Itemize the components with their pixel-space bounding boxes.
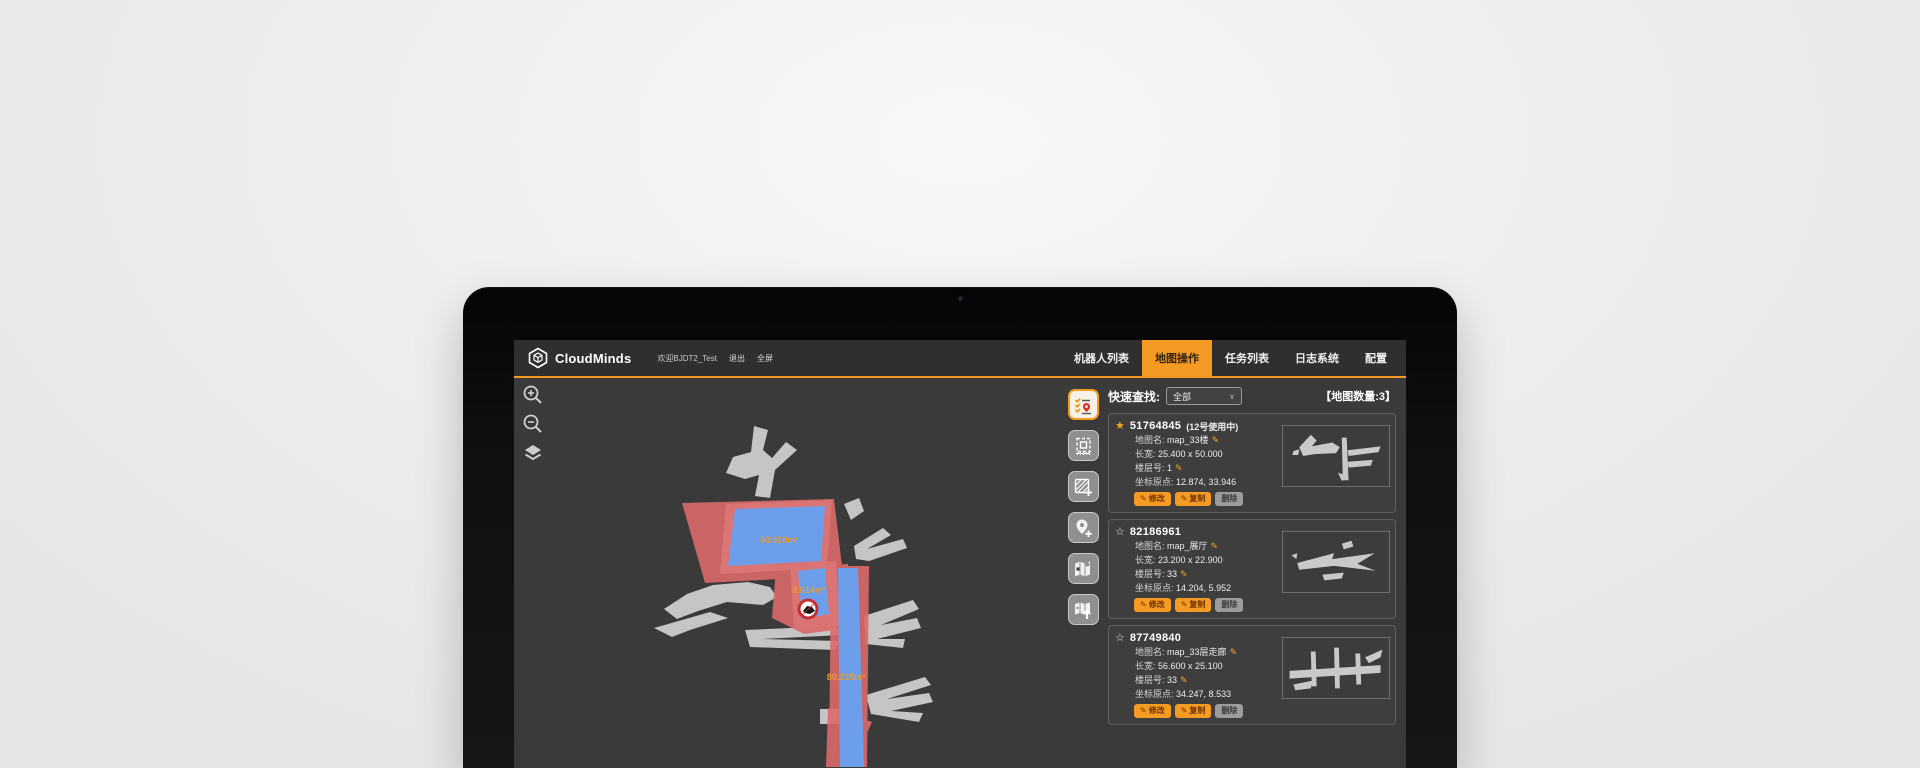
pencil-icon: ✎ (1140, 494, 1147, 504)
add-virtual-wall-icon (1072, 476, 1094, 498)
session-info: 欢迎BJDT2_Test 退出 全屏 (657, 340, 773, 376)
map-origin: 14.204, 5.952 (1176, 583, 1231, 593)
map-list-panel: 快速查找: 全部 ∨ 【地图数量:3】 ★ 51764845 (12号使用中) … (1106, 378, 1406, 767)
add-poi-marker-button[interactable] (1068, 512, 1099, 543)
laptop-frame: CloudMinds 欢迎BJDT2_Test 退出 全屏 机器人列表 地图操作… (463, 287, 1457, 768)
panel-toolbar: 快速查找: 全部 ∨ 【地图数量:3】 (1108, 384, 1396, 408)
map-name: map_33层走廊 (1167, 647, 1227, 657)
copy-map-button[interactable]: ✎复制 (1175, 704, 1212, 718)
edit-map-button[interactable]: ✎修改 (1134, 492, 1171, 506)
map-origin: 34.247, 8.533 (1176, 689, 1231, 699)
pencil-icon: ✎ (1181, 494, 1188, 504)
edit-pencil-icon[interactable]: ✎ (1211, 541, 1219, 551)
delete-map-button[interactable]: 删除 (1215, 598, 1243, 612)
task-point-list-icon (1072, 394, 1094, 416)
map-thumbnail[interactable] (1282, 425, 1390, 487)
no-entry-marker-icon[interactable] (799, 600, 817, 618)
zoom-in-icon[interactable] (522, 384, 544, 406)
map-marker-delete-button[interactable] (1068, 553, 1099, 584)
nav-task-list[interactable]: 任务列表 (1212, 340, 1282, 376)
map-upload-icon (1072, 599, 1094, 621)
quick-find-label: 快速查找: (1108, 388, 1160, 405)
layers-icon[interactable] (522, 442, 544, 464)
map-name: map_展厅 (1167, 541, 1208, 551)
main-nav: 机器人列表 地图操作 任务列表 日志系统 配置 (1061, 340, 1400, 376)
logout-link[interactable]: 退出 (729, 353, 745, 364)
map-size: 56.600 x 25.100 (1158, 661, 1223, 671)
favorite-star-icon[interactable]: ☆ (1115, 527, 1125, 538)
map-name: map_33楼 (1167, 435, 1209, 445)
map-frame-select-icon (1072, 435, 1094, 457)
cloudminds-logo-icon (527, 347, 549, 369)
map-floor: 1 (1167, 463, 1172, 473)
webcam-dot (958, 296, 963, 301)
map-floor: 33 (1167, 675, 1177, 685)
map-origin: 12.874, 33.946 (1176, 477, 1236, 487)
app-screen: CloudMinds 欢迎BJDT2_Test 退出 全屏 机器人列表 地图操作… (514, 340, 1406, 768)
area-label-3: 80.215m² (827, 672, 866, 682)
map-controls (522, 384, 544, 464)
nav-config[interactable]: 配置 (1352, 340, 1400, 376)
nav-robot-list[interactable]: 机器人列表 (1061, 340, 1142, 376)
brand-name: CloudMinds (555, 351, 631, 366)
pencil-icon: ✎ (1181, 706, 1188, 716)
fullscreen-link[interactable]: 全屏 (757, 353, 773, 364)
delete-map-button[interactable]: 删除 (1215, 492, 1243, 506)
map-count-label: 【地图数量:3】 (1320, 388, 1396, 404)
welcome-text: 欢迎BJDT2_Test (657, 353, 717, 364)
map-id: 51764845 (1130, 420, 1181, 432)
area-label-2: 8.614m² (792, 585, 826, 595)
task-point-list-button[interactable] (1068, 389, 1099, 420)
quick-find-selected-value: 全部 (1173, 390, 1191, 403)
map-size: 25.400 x 50.000 (1158, 449, 1223, 459)
map-upload-button[interactable] (1068, 594, 1099, 625)
delete-map-button[interactable]: 删除 (1215, 704, 1243, 718)
nav-map-operations[interactable]: 地图操作 (1142, 340, 1212, 376)
area-label-1: 40.519m² (760, 535, 799, 545)
pencil-icon: ✎ (1181, 600, 1188, 610)
map-marker-delete-icon (1072, 558, 1094, 580)
copy-map-button[interactable]: ✎复制 (1175, 492, 1212, 506)
edit-pencil-icon[interactable]: ✎ (1180, 569, 1188, 579)
map-frame-select-button[interactable] (1068, 430, 1099, 461)
brand: CloudMinds (527, 340, 631, 376)
map-card[interactable]: ★ 51764845 (12号使用中) 地图名: map_33楼✎ 长宽: 25… (1108, 413, 1396, 513)
pencil-icon: ✎ (1140, 706, 1147, 716)
edit-pencil-icon[interactable]: ✎ (1212, 435, 1220, 445)
map-thumbnail[interactable] (1282, 531, 1390, 593)
map-floor: 33 (1167, 569, 1177, 579)
chevron-down-icon: ∨ (1229, 392, 1235, 401)
favorite-star-icon[interactable]: ☆ (1115, 633, 1125, 644)
edit-pencil-icon[interactable]: ✎ (1230, 647, 1238, 657)
zoom-out-icon[interactable] (522, 413, 544, 435)
map-in-use-tag: (12号使用中) (1186, 420, 1238, 433)
map-size: 23.200 x 22.900 (1158, 555, 1223, 565)
map-id: 82186961 (1130, 526, 1181, 538)
add-virtual-wall-button[interactable] (1068, 471, 1099, 502)
edit-pencil-icon[interactable]: ✎ (1175, 463, 1183, 473)
add-poi-marker-icon (1072, 517, 1094, 539)
map-id: 87749840 (1130, 632, 1181, 644)
pencil-icon: ✎ (1140, 600, 1147, 610)
quick-find-select[interactable]: 全部 ∨ (1166, 387, 1242, 405)
favorite-star-icon[interactable]: ★ (1115, 421, 1125, 432)
map-card[interactable]: ☆ 82186961 地图名: map_展厅✎ 长宽: 23.200 x 22.… (1108, 519, 1396, 619)
app-main: 40.519m² 8.614m² 80.215m² (514, 378, 1406, 767)
copy-map-button[interactable]: ✎复制 (1175, 598, 1212, 612)
edit-pencil-icon[interactable]: ✎ (1180, 675, 1188, 685)
app-header: CloudMinds 欢迎BJDT2_Test 退出 全屏 机器人列表 地图操作… (514, 340, 1406, 378)
map-thumbnail[interactable] (1282, 637, 1390, 699)
map-toolbar (1060, 378, 1106, 767)
slam-map[interactable]: 40.519m² 8.614m² 80.215m² (514, 378, 1060, 767)
edit-map-button[interactable]: ✎修改 (1134, 704, 1171, 718)
edit-map-button[interactable]: ✎修改 (1134, 598, 1171, 612)
nav-log-system[interactable]: 日志系统 (1282, 340, 1352, 376)
map-card[interactable]: ☆ 87749840 地图名: map_33层走廊✎ 长宽: 56.600 x … (1108, 625, 1396, 725)
map-canvas[interactable]: 40.519m² 8.614m² 80.215m² (514, 378, 1060, 767)
